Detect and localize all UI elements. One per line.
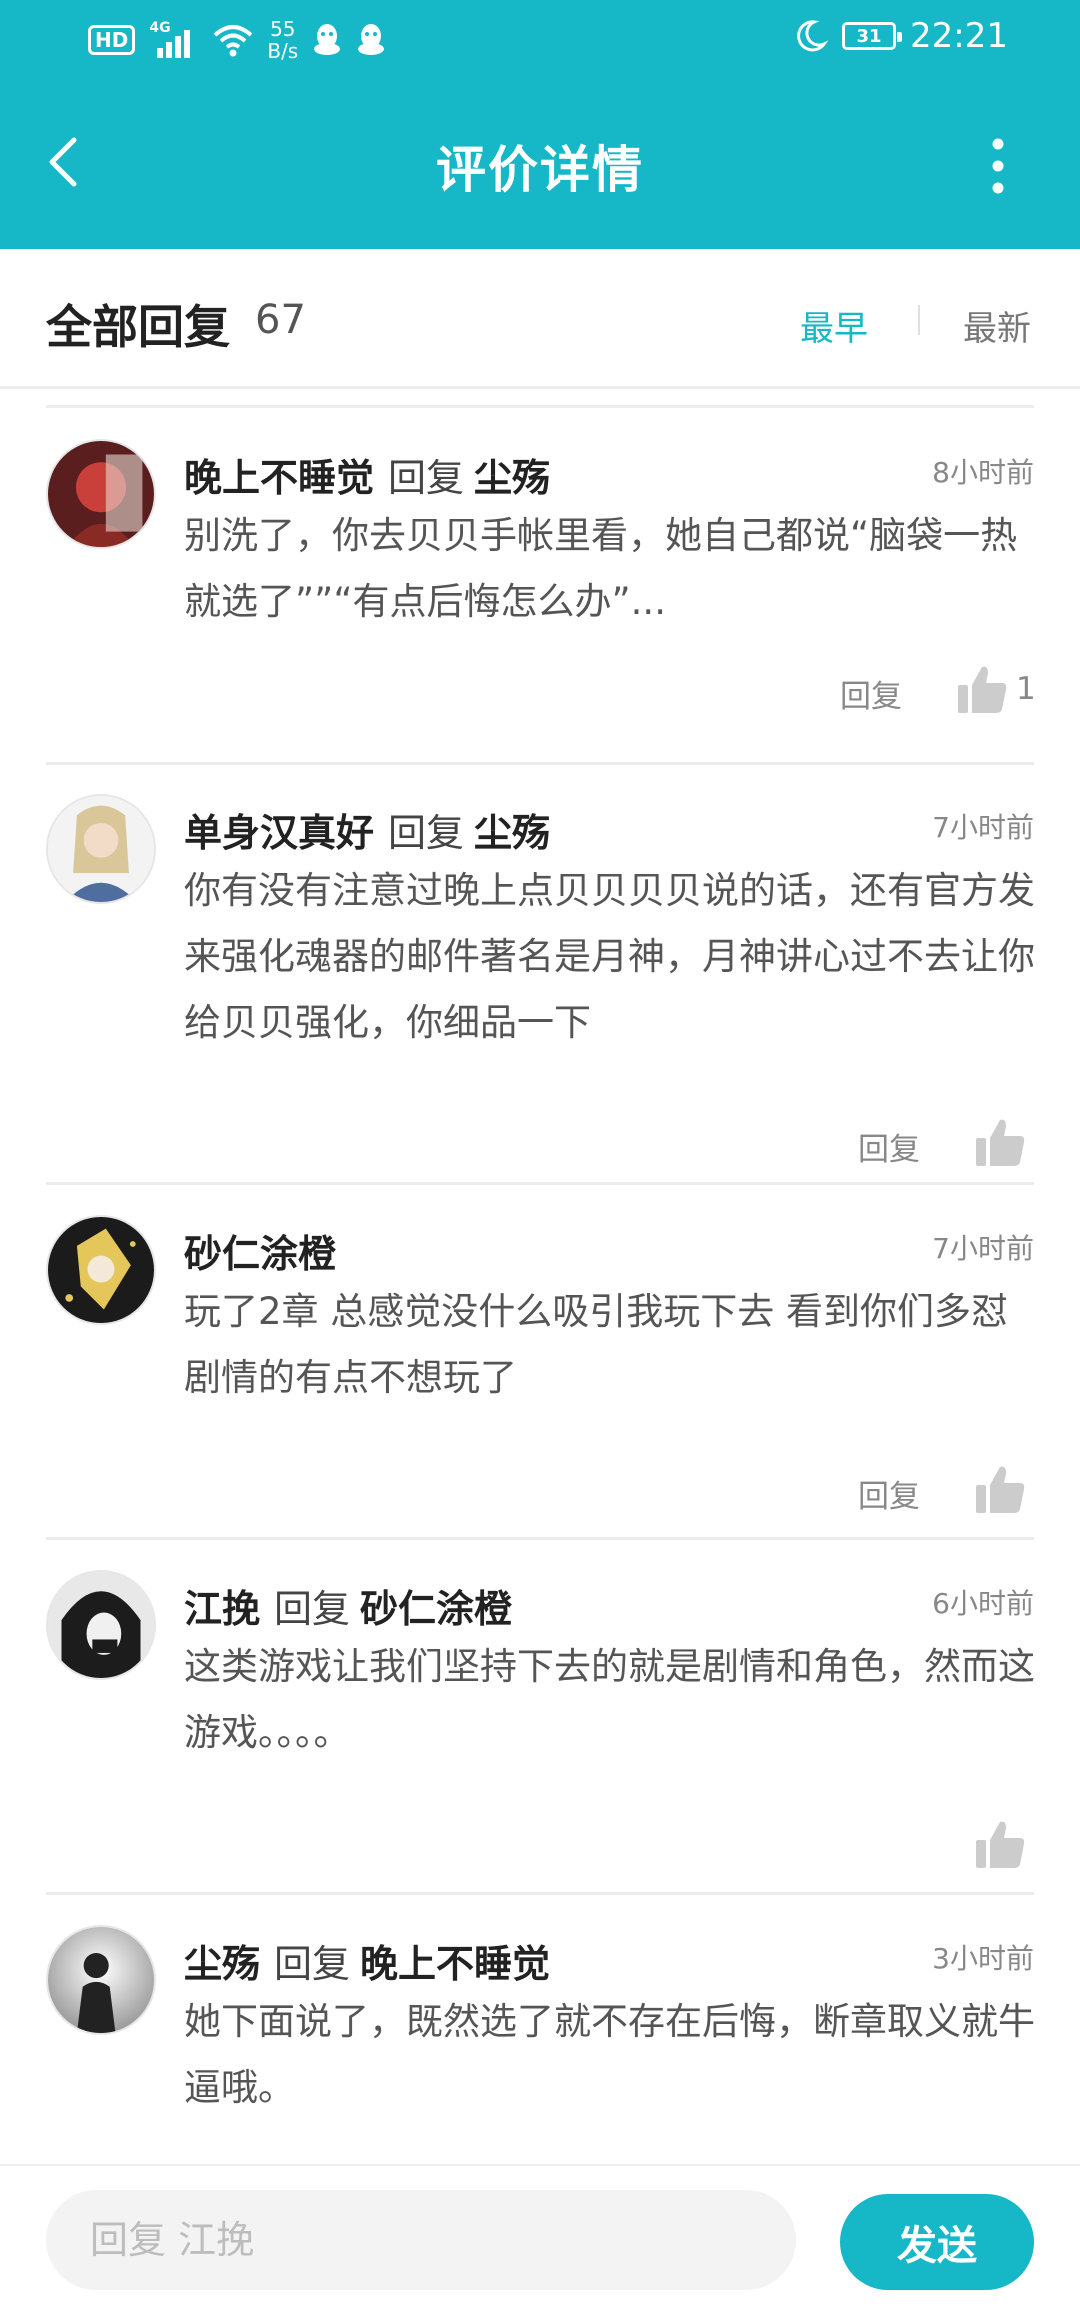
comment-header: 单身汉真好 回复 尘殇 bbox=[184, 802, 550, 857]
comment-time: 7小时前 bbox=[932, 811, 1034, 844]
sort-earliest-tab[interactable]: 最早 bbox=[800, 301, 868, 350]
reply-target[interactable]: 晚上不睡觉 bbox=[360, 1942, 550, 1986]
user-name[interactable]: 砂仁涂橙 bbox=[184, 1232, 336, 1276]
divider bbox=[46, 1892, 1034, 1895]
comment-time: 7小时前 bbox=[932, 1232, 1034, 1265]
wifi-icon bbox=[214, 25, 253, 57]
network-speed: 55 B/s bbox=[267, 17, 299, 63]
comment-text: 玩了2章 总感觉没什么吸引我玩下去 看到你们多怼剧情的有点不想玩了 bbox=[184, 1290, 1009, 1399]
comment-text: 别洗了，你去贝贝手帐里看，她自己都说“脑袋一热就选了””“有点后悔怎么办”... bbox=[184, 514, 1018, 623]
divider bbox=[46, 1182, 1034, 1185]
status-time: 22:21 bbox=[910, 16, 1008, 56]
user-name[interactable]: 单身汉真好 bbox=[184, 811, 374, 855]
avatar[interactable] bbox=[46, 1925, 156, 2035]
reply-button[interactable]: 回复 bbox=[840, 671, 902, 716]
sort-newest-tab[interactable]: 最新 bbox=[963, 301, 1031, 350]
reply-word: 回复 bbox=[274, 1587, 351, 1631]
user-name[interactable]: 晚上不睡觉 bbox=[184, 456, 374, 500]
moon-icon bbox=[797, 20, 829, 52]
like-count: 1 bbox=[1016, 671, 1036, 707]
comment-text: 她下面说了，既然选了就不存在后悔，断章取义就牛逼哦。 bbox=[184, 2000, 1035, 2109]
reply-target[interactable]: 砂仁涂橙 bbox=[360, 1587, 512, 1631]
divider bbox=[46, 762, 1034, 765]
reply-word: 回复 bbox=[388, 811, 465, 855]
battery-icon: 31 bbox=[842, 22, 903, 50]
reply-bar: 发送 bbox=[0, 2164, 1080, 2312]
reply-input[interactable] bbox=[46, 2190, 796, 2290]
comment-header: 尘殇 回复 晚上不睡觉 bbox=[184, 1933, 550, 1988]
user-name[interactable]: 江挽 bbox=[184, 1587, 260, 1631]
comment-time: 6小时前 bbox=[932, 1587, 1034, 1620]
reply-target[interactable]: 尘殇 bbox=[474, 811, 550, 855]
avatar[interactable] bbox=[46, 1215, 156, 1325]
avatar[interactable] bbox=[46, 439, 156, 549]
reply-target[interactable]: 尘殇 bbox=[474, 456, 550, 500]
comment-time: 3小时前 bbox=[932, 1942, 1034, 1975]
user-name[interactable]: 尘殇 bbox=[184, 1942, 260, 1986]
thumbs-up-icon[interactable] bbox=[974, 1116, 1026, 1168]
comment-header: 晚上不睡觉 回复 尘殇 bbox=[184, 447, 550, 502]
sort-bar: 全部回复 67 最早 最新 bbox=[0, 249, 1080, 389]
avatar[interactable] bbox=[46, 1570, 156, 1680]
sort-divider bbox=[918, 305, 920, 335]
reply-word: 回复 bbox=[274, 1942, 351, 1986]
comment-time: 8小时前 bbox=[932, 456, 1034, 489]
app-bar: HD 4G 55 B/s 31 22:21 评价详情 bbox=[0, 0, 1080, 249]
send-button[interactable]: 发送 bbox=[840, 2194, 1034, 2290]
divider bbox=[46, 1537, 1034, 1540]
reply-word: 回复 bbox=[388, 456, 465, 500]
comment-text: 这类游戏让我们坚持下去的就是剧情和角色，然而这游戏。。。。 bbox=[184, 1645, 1035, 1754]
status-bar: HD 4G 55 B/s 31 22:21 bbox=[0, 0, 1080, 82]
comment-header: 砂仁涂橙 bbox=[184, 1223, 336, 1278]
thumbs-up-icon[interactable] bbox=[956, 663, 1008, 715]
thumbs-up-icon[interactable] bbox=[974, 1818, 1026, 1870]
reply-button[interactable]: 回复 bbox=[858, 1124, 920, 1169]
comment-header: 江挽 回复 砂仁涂橙 bbox=[184, 1578, 512, 1633]
signal-icon: 4G bbox=[149, 20, 199, 58]
comment-text: 你有没有注意过晚上点贝贝贝贝说的话，还有官方发来强化魂器的邮件著名是月神，月神讲… bbox=[184, 869, 1035, 1044]
more-vertical-icon[interactable] bbox=[986, 136, 1010, 196]
qq-icon bbox=[314, 24, 341, 55]
avatar[interactable] bbox=[46, 794, 156, 904]
page-title: 评价详情 bbox=[436, 141, 644, 199]
comment-list: 晚上不睡觉 回复 尘殇 8小时前 别洗了，你去贝贝手帐里看，她自己都说“脑袋一热就选… bbox=[0, 389, 1080, 2164]
thumbs-up-icon[interactable] bbox=[974, 1463, 1026, 1515]
reply-button[interactable]: 回复 bbox=[858, 1471, 920, 1516]
hd-icon: HD bbox=[88, 25, 136, 55]
all-replies-label: 全部回复 bbox=[46, 300, 230, 354]
reply-count: 67 bbox=[255, 297, 306, 343]
divider bbox=[46, 405, 1034, 408]
qq-icon bbox=[358, 24, 385, 55]
